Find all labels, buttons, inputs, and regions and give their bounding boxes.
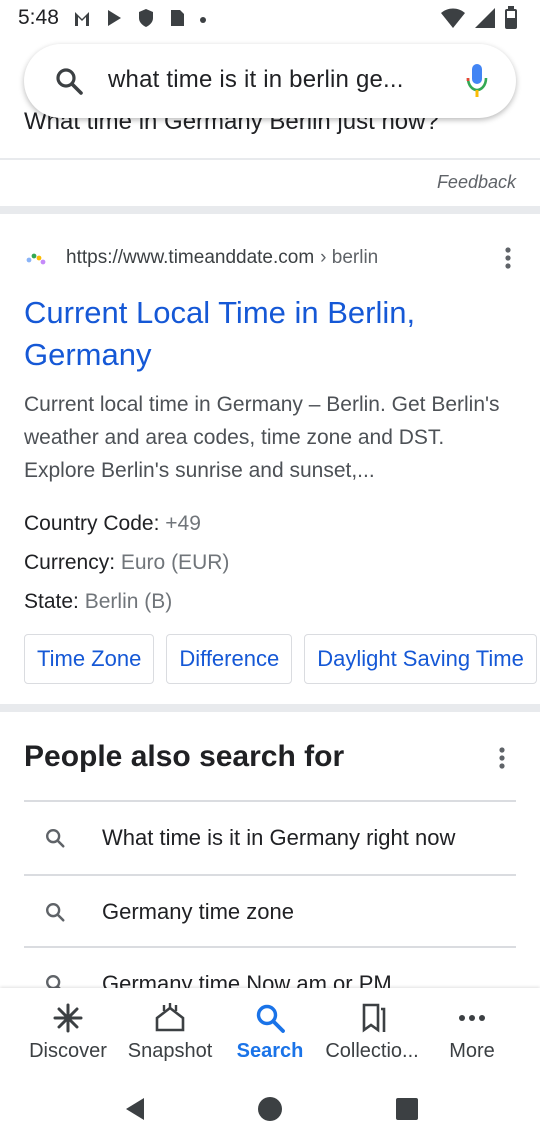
- search-icon: [256, 1004, 285, 1033]
- nav-label: Discover: [29, 1040, 107, 1062]
- search-input[interactable]: what time is it in berlin ge...: [108, 66, 448, 94]
- divider: [0, 158, 540, 160]
- fact-key: Currency:: [24, 551, 116, 574]
- result-title-link[interactable]: Current Local Time in Berlin, Germany: [24, 292, 464, 376]
- dot-icon: [199, 17, 206, 23]
- chip-difference[interactable]: Difference: [166, 634, 293, 684]
- section-separator: [0, 704, 540, 712]
- nav-snapshot[interactable]: Snapshot: [116, 1002, 224, 1068]
- status-time: 5:48: [18, 6, 59, 29]
- result-url: https://www.timeanddate.com: [66, 247, 315, 268]
- fact-currency: Currency: Euro (EUR): [24, 543, 229, 582]
- battery-icon: [505, 6, 517, 29]
- chip-time-zone[interactable]: Time Zone: [24, 634, 155, 684]
- more-horiz-icon: [459, 1015, 485, 1021]
- fact-key: Country Code:: [24, 512, 160, 535]
- related-search-item[interactable]: What time is it in Germany right now: [24, 802, 516, 874]
- fact-value: Berlin (B): [84, 590, 173, 613]
- result-breadcrumb: › berlin: [320, 247, 379, 268]
- status-bar: 5:48: [0, 0, 540, 36]
- search-icon: [46, 829, 65, 848]
- nav-label: Collectio...: [325, 1040, 419, 1062]
- notification-icons: [73, 8, 207, 28]
- mic-icon[interactable]: [464, 62, 490, 102]
- sim-card-icon: [170, 10, 184, 26]
- fact-country-code: Country Code: +49: [24, 504, 229, 543]
- related-search-text: Germany time zone: [102, 899, 294, 924]
- shield-icon: [138, 9, 153, 27]
- result-snippet: Current local time in Germany – Berlin. …: [24, 393, 500, 482]
- play-store-icon: [107, 10, 121, 26]
- home-icon[interactable]: [255, 1094, 285, 1124]
- nav-label: Search: [236, 1040, 304, 1062]
- signal-icon: [475, 8, 495, 28]
- nav-label: More: [449, 1040, 495, 1062]
- gmail-icon: [74, 12, 89, 26]
- people-also-search-title: People also search for: [24, 740, 345, 773]
- search-bar[interactable]: what time is it in berlin ge...: [24, 44, 516, 118]
- collections-icon: [362, 1003, 386, 1033]
- section-separator: [0, 206, 540, 214]
- fact-value: +49: [165, 512, 201, 535]
- related-search-item[interactable]: Germany time zone: [24, 876, 516, 948]
- nav-search[interactable]: Search: [216, 1002, 324, 1068]
- asterisk-icon: [53, 1003, 83, 1033]
- wifi-icon: [441, 8, 465, 28]
- nav-discover[interactable]: Discover: [14, 1002, 122, 1068]
- fact-key: State:: [24, 590, 79, 613]
- sitelink-chips: Time Zone Difference Daylight Saving Tim…: [24, 634, 537, 684]
- more-vert-icon[interactable]: [494, 746, 510, 770]
- system-navigation-bar: [0, 1076, 540, 1140]
- bottom-navigation: Discover Snapshot Search Collectio... Mo…: [0, 988, 540, 1076]
- result-source-row[interactable]: https://www.timeanddate.com › berlin: [24, 244, 516, 272]
- chip-daylight-saving-time[interactable]: Daylight Saving Time: [304, 634, 537, 684]
- nav-label: Snapshot: [127, 1040, 213, 1062]
- snapshot-icon: [155, 1003, 185, 1032]
- system-status-icons: [440, 6, 518, 30]
- search-icon: [46, 903, 65, 922]
- fact-state: State: Berlin (B): [24, 582, 229, 621]
- fact-value: Euro (EUR): [120, 551, 230, 574]
- back-icon[interactable]: [120, 1094, 150, 1124]
- recents-icon[interactable]: [392, 1094, 422, 1124]
- screen: What time in Germany Berlin just now? Fe…: [0, 0, 540, 1140]
- more-vert-icon[interactable]: [500, 246, 516, 270]
- result-facts: Country Code: +49 Currency: Euro (EUR) S…: [24, 504, 229, 621]
- nav-more[interactable]: More: [418, 1002, 526, 1068]
- timeanddate-favicon-icon: [26, 253, 46, 265]
- search-icon[interactable]: [54, 66, 84, 96]
- nav-collections[interactable]: Collectio...: [318, 1002, 426, 1068]
- related-search-text: What time is it in Germany right now: [102, 825, 456, 850]
- feedback-link[interactable]: Feedback: [437, 172, 516, 193]
